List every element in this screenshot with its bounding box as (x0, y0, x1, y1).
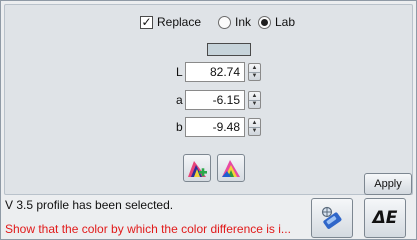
spinner-down-icon[interactable]: ▼ (249, 101, 260, 109)
a-value-row: a -6.15 ▲ ▼ (5, 90, 412, 110)
color-difference-warning: Show that the color by which the color d… (5, 222, 291, 236)
spinner-up-icon[interactable]: ▲ (249, 92, 260, 101)
add-profile-color-button[interactable] (183, 154, 211, 182)
ink-radio-button[interactable] (218, 15, 231, 29)
mode-selector: ✓ Replace Ink Lab (5, 14, 412, 30)
ink-label: Ink (235, 15, 252, 29)
spinner-up-icon[interactable]: ▲ (249, 119, 260, 128)
l-label: L (176, 65, 183, 79)
ink-radio[interactable]: Ink (218, 14, 251, 30)
lab-label: Lab (275, 15, 296, 29)
replace-checkbox[interactable]: ✓ Replace (140, 14, 201, 30)
spinner-down-icon[interactable]: ▼ (249, 73, 260, 81)
b-spinner[interactable]: ▲ ▼ (248, 118, 261, 136)
spinner-up-icon[interactable]: ▲ (249, 64, 260, 73)
lab-radio-button[interactable] (258, 15, 271, 29)
color-preview-swatch (207, 43, 251, 56)
color-measure-button[interactable] (311, 198, 353, 238)
b-value-field[interactable]: -9.48 (185, 117, 245, 137)
lab-radio[interactable]: Lab (258, 14, 295, 30)
a-label: a (176, 93, 183, 107)
lab-color-editor-window: ✓ Replace Ink Lab L 82.74 ▲ ▼ a -6.15 ▲ … (0, 0, 417, 240)
b-label: b (176, 120, 183, 134)
add-profile-color-icon (188, 161, 207, 177)
delta-e-label: ΔE (372, 208, 398, 228)
color-measure-icon (321, 206, 342, 229)
spinner-down-icon[interactable]: ▼ (249, 128, 260, 136)
replace-check-box[interactable]: ✓ (140, 15, 153, 29)
delta-e-button[interactable]: ΔE (364, 198, 406, 238)
profile-color-button[interactable] (217, 154, 245, 182)
b-value-row: b -9.48 ▲ ▼ (5, 117, 412, 137)
l-spinner[interactable]: ▲ ▼ (248, 63, 261, 81)
a-spinner[interactable]: ▲ ▼ (248, 91, 261, 109)
apply-button[interactable]: Apply (364, 173, 412, 195)
profile-color-icon (222, 160, 240, 177)
l-value-field[interactable]: 82.74 (185, 62, 245, 82)
a-value-field[interactable]: -6.15 (185, 90, 245, 110)
replace-label: Replace (157, 15, 202, 29)
l-value-row: L 82.74 ▲ ▼ (5, 62, 412, 82)
status-message: V 3.5 profile has been selected. (5, 198, 174, 212)
color-settings-panel: ✓ Replace Ink Lab L 82.74 ▲ ▼ a -6.15 ▲ … (4, 4, 413, 195)
